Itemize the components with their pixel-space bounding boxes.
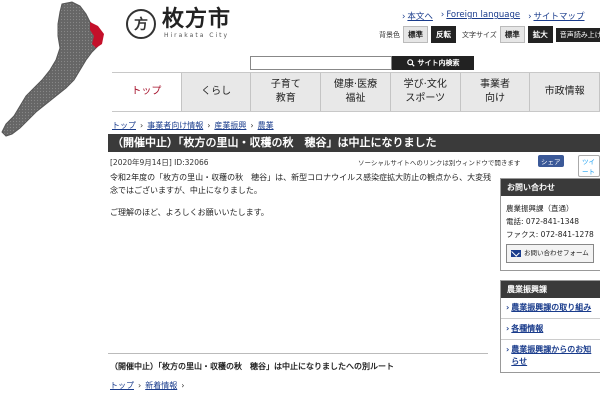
font-large-button[interactable]: 拡大 [527,26,553,43]
inquiry-form-button[interactable]: お問い合わせフォーム [506,244,594,263]
bg-inverse-button[interactable]: 反転 [431,26,456,43]
breadcrumb-separator-icon: › [250,121,254,130]
arrow-icon: › [506,303,510,312]
list-item: › 農業振興課からのお知らせ [501,340,600,372]
breadcrumb-top[interactable]: トップ [112,121,136,130]
breadcrumb-separator-icon: › [181,381,185,390]
article-paragraph: ご理解のほど、よろしくお願いいたします。 [110,208,269,217]
arrow-icon: › [506,324,510,333]
nav-item-top[interactable]: トップ [112,73,182,111]
phone-number: 電話: 072-841-1348 [506,217,580,226]
header-links: › 本文へ › Foreign language › サイトマップ [402,10,585,22]
alt-breadcrumb-top[interactable]: トップ [110,381,134,390]
page-title: （開催中止）「枚方の里山・収穫の秋 穂谷」は中止になりました [108,134,600,152]
nav-item-culture[interactable]: 学び·文化 スポーツ [391,73,461,111]
section-link[interactable]: 各種情報 [511,323,543,335]
arrow-icon: › [506,345,510,354]
bg-color-label: 背景色 [379,30,400,39]
breadcrumb-separator-icon: › [207,121,211,130]
article-paragraph: 令和2年度の「枚方の里山・収穫の秋 穂谷」は、新型コロナウイルス感染症拡大防止の… [110,173,492,195]
arrow-icon: › [402,12,406,22]
bg-standard-button[interactable]: 標準 [403,26,428,43]
breadcrumb-separator-icon: › [138,381,142,390]
section-links: › 農業振興課の取り組み › 各種情報 › 農業振興課からのお知らせ [501,298,600,372]
list-item: › 農業振興課の取り組み [501,298,600,319]
search-button[interactable]: サイト内検索 [392,56,474,70]
display-controls: 背景色 標準 反転 文字サイズ 標準 拡大 音声読み上げ [376,26,600,43]
sidebar: お問い合わせ 農業振興課（直通） 電話: 072-841-1348 ファクス: … [500,178,600,373]
search-input[interactable] [250,56,392,70]
logo-mark: 方 [126,8,156,39]
site-logo[interactable]: 方 枚方市 Hirakata City [126,8,231,39]
inquiry-heading: お問い合わせ [501,179,600,196]
dept-name: 農業振興課（直通） [506,204,574,213]
nav-item-health[interactable]: 健康·医療 福祉 [321,73,391,111]
breadcrumb: トップ › 事業者向け情報 › 産業振興 › 農業 [112,120,274,131]
inquiry-box: お問い合わせ 農業振興課（直通） 電話: 072-841-1348 ファクス: … [500,178,600,271]
nav-item-city-info[interactable]: 市政情報 [530,73,600,111]
section-heading: 農業振興課 [501,281,600,298]
divider [108,353,488,354]
osaka-map-icon [1,1,104,137]
font-standard-button[interactable]: 標準 [499,26,525,43]
section-box: 農業振興課 › 農業振興課の取り組み › 各種情報 › 農業振興課からのお知らせ [500,280,600,373]
nav-item-childcare[interactable]: 子育て 教育 [251,73,322,111]
skip-to-content-link[interactable]: 本文へ [407,12,433,22]
arrow-icon: › [440,10,445,20]
twitter-share-button[interactable]: ツイート [578,155,600,177]
font-size-label: 文字サイズ [462,30,497,39]
list-item: › 各種情報 [501,319,600,340]
global-nav: トップ くらし 子育て 教育 健康·医療 福祉 学び·文化 スポーツ 事業者 向… [112,72,600,112]
breadcrumb-business[interactable]: 事業者向け情報 [147,121,203,130]
section-link[interactable]: 農業振興課の取り組み [511,302,591,314]
inquiry-form-label: お問い合わせフォーム [524,249,589,257]
logo-subtitle: Hirakata City [163,32,230,39]
nav-item-business[interactable]: 事業者 向け [461,73,531,111]
sitemap-link[interactable]: サイトマップ [533,12,584,22]
logo-name: 枚方市 [162,7,232,32]
foreign-language-link[interactable]: Foreign language [446,10,520,20]
facebook-share-button[interactable]: シェア [538,155,564,167]
fax-number: ファクス: 072-841-1278 [506,230,594,239]
breadcrumb-industry[interactable]: 産業振興 [214,121,246,130]
alt-breadcrumb-news[interactable]: 新着情報 [145,381,177,390]
arrow-icon: › [528,12,532,22]
search-button-label: サイト内検索 [417,60,460,67]
section-link[interactable]: 農業振興課からのお知らせ [511,344,595,368]
alt-breadcrumb: トップ › 新着情報 › [110,380,188,391]
breadcrumb-agriculture[interactable]: 農業 [258,121,274,130]
alt-route-heading: （開催中止）「枚方の里山・収穫の秋 穂谷」は中止になりましたへの別ルート [110,362,394,371]
social-note: ソーシャルサイトへのリンクは別ウィンドウで開きます [358,159,521,167]
site-search: サイト内検索 [250,56,474,70]
voice-reader-button[interactable]: 音声読み上げ [555,27,600,42]
article-body: 令和2年度の「枚方の里山・収穫の秋 穂谷」は、新型コロナウイルス感染症拡大防止の… [110,171,494,228]
nav-item-living[interactable]: くらし [182,73,252,111]
mail-icon [511,250,521,257]
breadcrumb-separator-icon: › [140,121,144,130]
page-meta: [2020年9月14日] ID:32066 [110,158,209,167]
search-icon [406,59,415,67]
